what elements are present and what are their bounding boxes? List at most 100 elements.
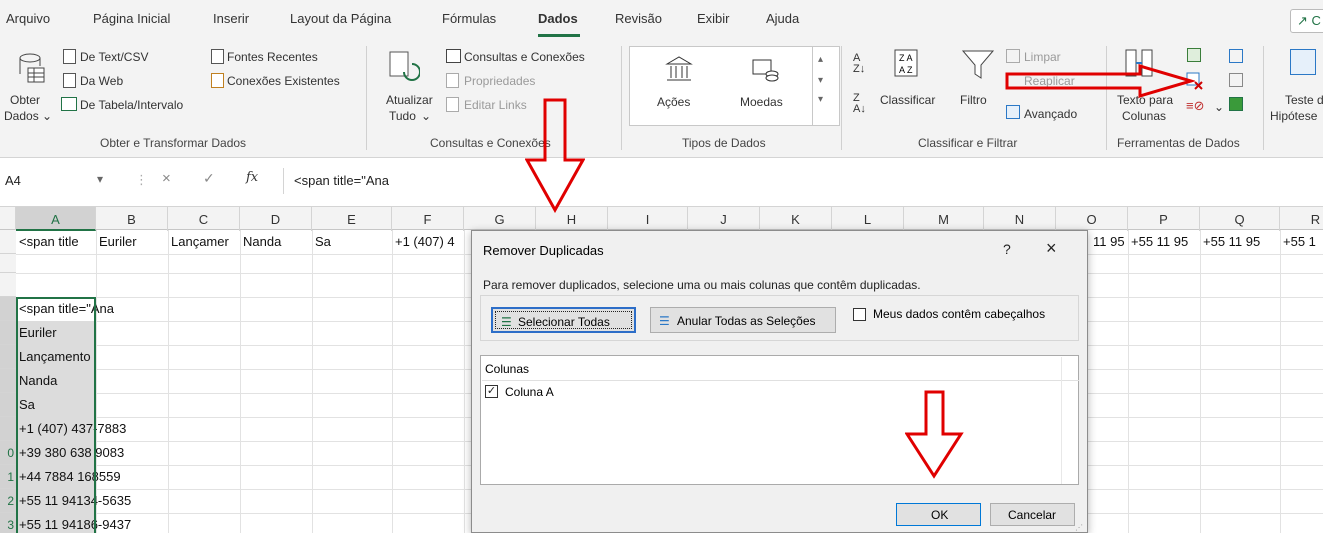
sort-az-icon[interactable]: A Z↓ [853, 53, 865, 75]
row-header[interactable] [0, 230, 16, 254]
tab-inserir[interactable]: Inserir [213, 11, 249, 26]
sort-icon: Z A A Z [894, 49, 918, 77]
headers-checkbox-label[interactable]: Meus dados contêm cabeçalhos [873, 307, 1045, 321]
headers-checkbox[interactable] [853, 308, 866, 321]
col-header-d[interactable]: D [240, 207, 312, 231]
propriedades-button[interactable]: Propriedades [464, 74, 535, 88]
limpar-button[interactable]: Limpar [1024, 50, 1061, 64]
share-button[interactable]: ↗ C [1290, 9, 1323, 33]
sort-za-icon[interactable]: Z A↓ [853, 93, 866, 115]
select-all-button[interactable]: ☰ Selecionar Todas [491, 307, 636, 333]
tab-pagina-inicial[interactable]: Página Inicial [93, 11, 170, 26]
row-header[interactable]: 0 [0, 441, 16, 465]
data-model-icon[interactable] [1229, 97, 1243, 111]
row-header[interactable] [0, 369, 16, 393]
moedas-button[interactable]: Moedas [740, 95, 783, 109]
consolidate-icon[interactable] [1229, 49, 1243, 63]
close-icon[interactable]: × [1046, 238, 1057, 259]
col-header-n[interactable]: N [984, 207, 1056, 231]
col-header-k[interactable]: K [760, 207, 832, 231]
tab-revisao[interactable]: Revisão [615, 11, 662, 26]
row-header[interactable]: 2 [0, 489, 16, 513]
list-scrollbar[interactable] [1061, 357, 1078, 484]
row-header[interactable] [0, 273, 16, 297]
grid-line [1280, 230, 1281, 533]
col-header-b[interactable]: B [96, 207, 168, 231]
insert-function-icon[interactable]: fx [246, 170, 258, 185]
web-icon [63, 73, 76, 88]
flash-fill-icon[interactable] [1187, 48, 1201, 62]
filtro-button[interactable]: Filtro [960, 93, 987, 107]
row-header[interactable] [0, 417, 16, 441]
menu-bar: Arquivo Página Inicial Inserir Layout da… [0, 0, 1323, 40]
col-header-e[interactable]: E [312, 207, 392, 231]
cancel-entry-icon[interactable]: × [162, 170, 171, 187]
consultas-conexoes-button[interactable]: Consultas e Conexões [464, 50, 585, 64]
acoes-button[interactable]: Ações [657, 95, 690, 109]
row-header[interactable]: 1 [0, 465, 16, 489]
fontes-recentes-button[interactable]: Fontes Recentes [227, 50, 318, 64]
col-header-r[interactable]: R [1280, 207, 1323, 231]
tab-formulas[interactable]: Fórmulas [442, 11, 496, 26]
da-web-button[interactable]: Da Web [80, 74, 123, 88]
classificar-button[interactable]: Classificar [880, 93, 935, 107]
col-header-f[interactable]: F [392, 207, 464, 231]
cell-a1[interactable]: <span title [16, 230, 96, 254]
col-header-p[interactable]: P [1128, 207, 1200, 231]
cell-d1[interactable]: Nanda [240, 230, 312, 254]
resize-grip-icon[interactable]: ⋰ [1075, 523, 1083, 532]
name-box-dropdown-icon[interactable]: ▾ [97, 172, 103, 186]
conexoes-existentes-button[interactable]: Conexões Existentes [227, 74, 340, 88]
col-header-i[interactable]: I [608, 207, 688, 231]
tab-dados[interactable]: Dados [538, 11, 578, 26]
column-a-label[interactable]: Coluna A [505, 385, 554, 399]
grid-line [1200, 230, 1201, 533]
cell-b1[interactable]: Euriler [96, 230, 168, 254]
col-header-a[interactable]: A [16, 207, 96, 231]
de-texto-csv-button[interactable]: De Text/CSV [80, 50, 148, 64]
active-tab-indicator [538, 34, 580, 37]
col-header-j[interactable]: J [688, 207, 760, 231]
row-header[interactable] [0, 345, 16, 369]
de-tabela-intervalo-button[interactable]: De Tabela/Intervalo [80, 98, 183, 112]
row-header[interactable] [0, 254, 16, 273]
row-header[interactable] [0, 393, 16, 417]
col-header-m[interactable]: M [904, 207, 984, 231]
unselect-all-button[interactable]: ☰ Anular Todas as Seleções [650, 307, 836, 333]
grid-line [168, 230, 169, 533]
cancel-button[interactable]: Cancelar [990, 503, 1075, 526]
cell-e1[interactable]: Sa [312, 230, 392, 254]
cell-p1[interactable]: +55 11 95 [1128, 230, 1200, 254]
cell-r1[interactable]: +55 1 [1280, 230, 1323, 254]
data-validation-icon[interactable]: ≡⊘ [1186, 98, 1204, 114]
col-header-q[interactable]: Q [1200, 207, 1280, 231]
col-header-o[interactable]: O [1056, 207, 1128, 231]
select-all-corner[interactable] [0, 207, 16, 231]
currencies-icon [752, 59, 779, 82]
avancado-button[interactable]: Avançado [1024, 107, 1077, 121]
cell-q1[interactable]: +55 11 95 [1200, 230, 1280, 254]
cell-o1[interactable]: 11 95 [1090, 230, 1128, 254]
right-arrow-annotation-icon [1005, 64, 1195, 98]
col-header-c[interactable]: C [168, 207, 240, 231]
ok-button[interactable]: OK [896, 503, 981, 526]
formula-input[interactable]: <span title="Ana [283, 168, 1323, 194]
help-icon[interactable]: ? [1003, 241, 1011, 257]
selection-border [16, 297, 96, 533]
relationships-icon[interactable] [1229, 73, 1243, 87]
col-header-l[interactable]: L [832, 207, 904, 231]
cell-c1[interactable]: Lançamer [168, 230, 240, 254]
cell-f1[interactable]: +1 (407) 4 [392, 230, 470, 254]
column-a-checkbox[interactable]: ✓ [485, 385, 498, 398]
row-header[interactable]: 3 [0, 513, 16, 533]
confirm-entry-icon[interactable]: ✓ [203, 170, 215, 187]
tab-ajuda[interactable]: Ajuda [766, 11, 799, 26]
tab-exibir[interactable]: Exibir [697, 11, 730, 26]
row-header[interactable] [0, 321, 16, 345]
editar-links-button[interactable]: Editar Links [464, 98, 527, 112]
row-header[interactable] [0, 297, 16, 321]
tab-arquivo[interactable]: Arquivo [6, 11, 50, 26]
tab-layout[interactable]: Layout da Página [290, 11, 391, 26]
gallery-scroll[interactable]: ▴ ▾ ▾ [812, 46, 828, 126]
down-arrow-annotation-icon [525, 98, 585, 213]
